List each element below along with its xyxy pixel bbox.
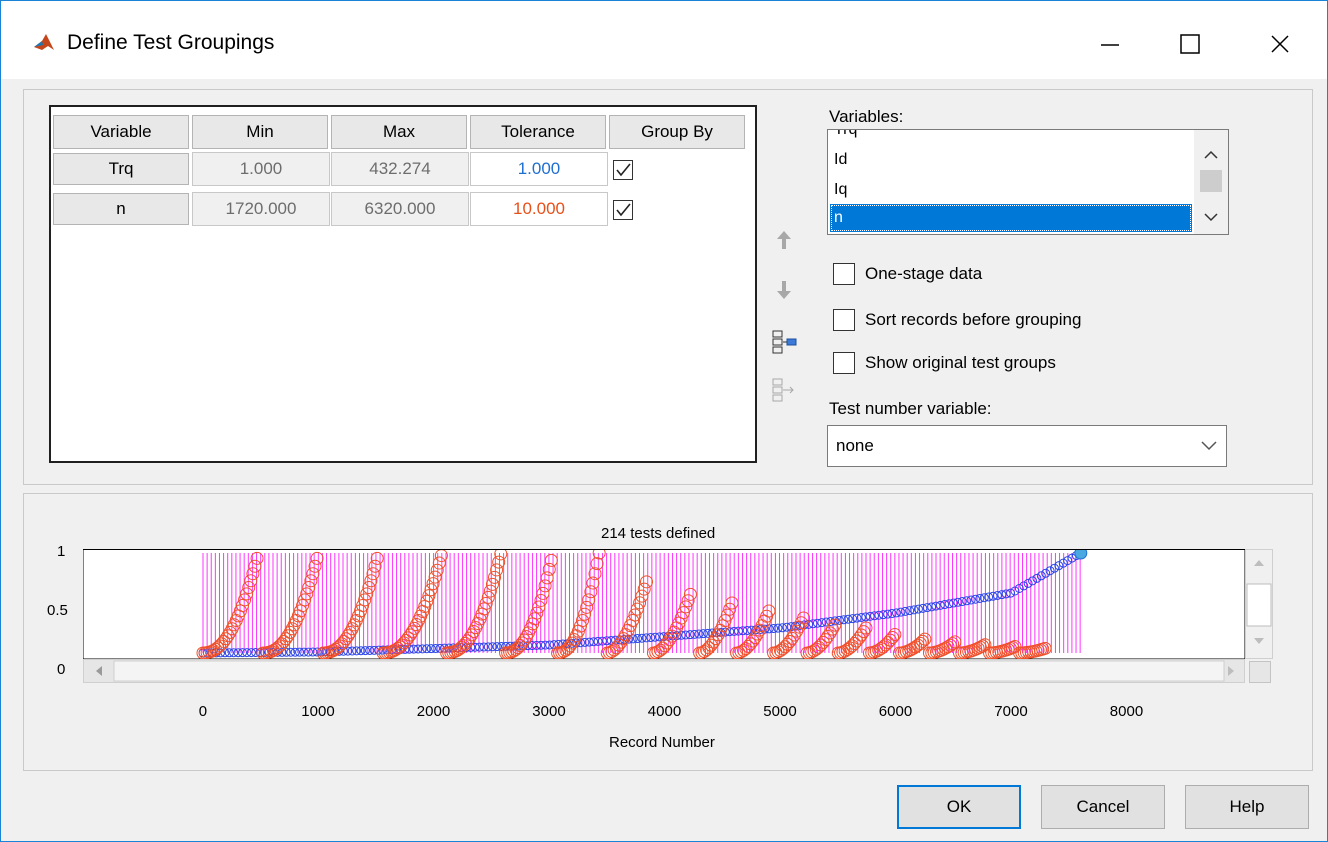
row-header-n[interactable]: n bbox=[53, 193, 189, 225]
scroll-arrows-icon bbox=[1246, 560, 1272, 644]
remove-variable-button[interactable] bbox=[767, 373, 801, 407]
maximize-button[interactable] bbox=[1145, 19, 1235, 69]
show-original-label: Show original test groups bbox=[865, 353, 1056, 372]
add-to-table-icon bbox=[772, 330, 797, 354]
x-tick-label: 5000 bbox=[763, 703, 797, 720]
one-stage-label: One-stage data bbox=[865, 264, 983, 283]
plot-horizontal-scrollbar[interactable] bbox=[83, 659, 1245, 683]
test-number-value: none bbox=[836, 436, 874, 455]
arrow-up-icon bbox=[777, 231, 791, 249]
column-header-group-by[interactable]: Group By bbox=[609, 115, 745, 149]
cancel-button[interactable]: Cancel bbox=[1041, 785, 1165, 829]
x-tick-label: 8000 bbox=[1109, 703, 1144, 720]
plot-title: 214 tests defined bbox=[601, 525, 716, 542]
cell-min-n: 1720.000 bbox=[192, 192, 330, 226]
test-number-dropdown[interactable]: none bbox=[827, 425, 1227, 467]
dialog-window: Define Test Groupings Variable Min Max T… bbox=[0, 0, 1328, 842]
list-item[interactable]: Id bbox=[830, 146, 1192, 174]
x-tick-label: 4000 bbox=[647, 703, 682, 720]
column-header-variable[interactable]: Variable bbox=[53, 115, 189, 149]
group-by-checkbox-trq[interactable] bbox=[613, 160, 633, 180]
show-original-checkbox[interactable] bbox=[833, 352, 855, 374]
sort-records-checkbox[interactable] bbox=[833, 309, 855, 331]
last-point-marker bbox=[1074, 549, 1088, 560]
minimize-icon bbox=[1101, 44, 1119, 46]
cell-max-trq: 432.274 bbox=[331, 152, 469, 186]
sort-records-option[interactable]: Sort records before grouping bbox=[833, 306, 1081, 334]
check-icon bbox=[616, 163, 631, 177]
scroll-corner bbox=[1249, 661, 1271, 683]
x-tick-label: 7000 bbox=[994, 703, 1028, 720]
column-header-max[interactable]: Max bbox=[331, 115, 467, 149]
x-tick-label: 3000 bbox=[532, 703, 566, 720]
sort-records-label: Sort records before grouping bbox=[865, 310, 1082, 329]
variables-listbox[interactable]: Trq Id Iq n bbox=[827, 129, 1229, 235]
column-header-min[interactable]: Min bbox=[192, 115, 328, 149]
cell-tolerance-n[interactable]: 10.000 bbox=[470, 192, 608, 226]
x-tick-label: 0 bbox=[198, 703, 208, 720]
y-tick-label: 1 bbox=[57, 543, 66, 560]
close-button[interactable] bbox=[1235, 19, 1325, 69]
group-by-checkbox-n[interactable] bbox=[613, 200, 633, 220]
variables-scrollbar[interactable] bbox=[1194, 130, 1228, 234]
move-down-button[interactable] bbox=[767, 273, 801, 307]
close-icon bbox=[1271, 35, 1289, 53]
plot-vertical-scrollbar[interactable] bbox=[1245, 549, 1273, 659]
list-item-selected[interactable]: n bbox=[830, 204, 1192, 232]
show-original-option[interactable]: Show original test groups bbox=[833, 349, 1056, 377]
cell-min-trq: 1.000 bbox=[192, 152, 330, 186]
cell-max-n: 6320.000 bbox=[331, 192, 469, 226]
add-variable-button[interactable] bbox=[767, 325, 801, 359]
list-item[interactable]: Iq bbox=[830, 176, 1192, 204]
x-tick-label: 6000 bbox=[878, 703, 913, 720]
matlab-icon bbox=[33, 31, 55, 53]
check-icon bbox=[616, 203, 631, 217]
column-header-tolerance[interactable]: Tolerance bbox=[470, 115, 606, 149]
y-tick-label: 0.5 bbox=[47, 602, 68, 619]
arrow-down-icon bbox=[777, 281, 791, 299]
maximize-icon bbox=[1180, 34, 1200, 54]
x-axis-label: Record Number bbox=[609, 734, 715, 751]
grouping-table[interactable]: Variable Min Max Tolerance Group By Trq … bbox=[49, 105, 757, 463]
cell-tolerance-trq[interactable]: 1.000 bbox=[470, 152, 608, 186]
y-tick-label: 0 bbox=[57, 661, 66, 678]
scrollbar-arrows-icon bbox=[1200, 150, 1222, 222]
move-up-button[interactable] bbox=[767, 223, 801, 257]
remove-from-table-icon bbox=[772, 378, 794, 402]
scroll-arrows-icon bbox=[96, 660, 1234, 682]
window-title: Define Test Groupings bbox=[67, 31, 275, 54]
variables-label: Variables: bbox=[829, 107, 904, 126]
x-tick-label: 2000 bbox=[416, 703, 451, 720]
title-bar: Define Test Groupings bbox=[1, 1, 1327, 79]
one-stage-checkbox[interactable] bbox=[833, 263, 855, 285]
minimize-button[interactable] bbox=[1065, 19, 1155, 69]
ok-button[interactable]: OK bbox=[897, 785, 1021, 829]
grouping-plot[interactable] bbox=[83, 549, 1245, 659]
test-number-label: Test number variable: bbox=[829, 399, 992, 418]
chevron-down-icon bbox=[1192, 426, 1226, 466]
x-tick-label: 1000 bbox=[301, 703, 335, 720]
one-stage-option[interactable]: One-stage data bbox=[833, 260, 982, 288]
row-header-trq[interactable]: Trq bbox=[53, 153, 189, 185]
list-item[interactable]: Trq bbox=[830, 130, 1192, 144]
help-button[interactable]: Help bbox=[1185, 785, 1309, 829]
